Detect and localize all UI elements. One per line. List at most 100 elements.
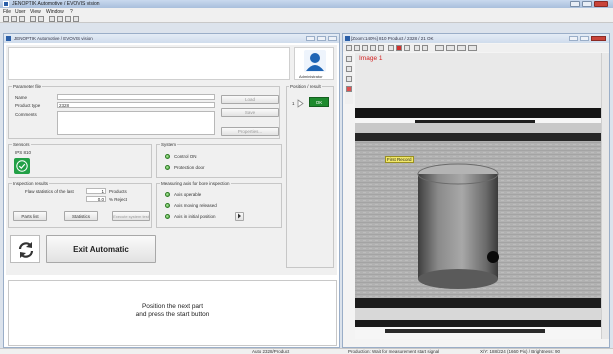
refresh-button[interactable] — [10, 235, 40, 263]
layout-4-icon[interactable] — [468, 45, 477, 51]
evovis-close-button[interactable] — [328, 36, 337, 41]
header-panel — [8, 47, 290, 80]
user-panel[interactable]: Administrator — [294, 47, 334, 80]
execute-system-test-button[interactable]: Execute system test — [112, 211, 150, 221]
control-on-led — [165, 154, 170, 159]
status-bar: Auto 2328/Product Production: Wait for m… — [0, 348, 613, 354]
overlay-icon[interactable] — [414, 45, 420, 51]
main-toolbar — [0, 15, 613, 23]
axis-operable-led — [165, 192, 170, 197]
inspection-image[interactable]: Image 1 First Record — [355, 53, 609, 339]
app-icon — [3, 1, 9, 7]
image-scrollbar[interactable] — [601, 53, 609, 339]
record-icon[interactable] — [396, 45, 402, 51]
sensor-ok-indicator — [14, 158, 30, 174]
inspection-image-svg — [355, 53, 609, 339]
paste-icon[interactable] — [38, 16, 44, 22]
measuring-axis-group: Measuring axis for bore inspection Axis … — [156, 181, 282, 228]
color-icon[interactable] — [422, 45, 428, 51]
status-auto: Auto 2328/Product — [252, 349, 290, 354]
open-icon[interactable] — [11, 16, 17, 22]
image-toolbar — [343, 44, 609, 52]
user-role-label: Administrator — [299, 74, 323, 79]
reject-field[interactable]: 0.0 — [86, 196, 106, 202]
evovis-maximize-button[interactable] — [317, 36, 326, 41]
grid-icon[interactable] — [388, 45, 394, 51]
sensor-name: IPS 810 — [15, 150, 32, 155]
protection-door-label: Protection door — [174, 165, 205, 170]
name-field[interactable] — [57, 94, 215, 100]
axis-operable-label: Axis operable — [174, 192, 202, 197]
position-value: 1 — [292, 101, 295, 106]
info-icon[interactable] — [73, 16, 79, 22]
magnifier-icon[interactable] — [362, 45, 368, 51]
product-type-value: 2328 — [59, 103, 70, 108]
save-icon[interactable] — [19, 16, 25, 22]
refresh-icon — [18, 242, 34, 258]
exit-automatic-button[interactable]: Exit Automatic — [46, 235, 156, 263]
minimize-button[interactable] — [570, 1, 580, 7]
settings-icon[interactable] — [57, 16, 63, 22]
marker-tool-icon[interactable] — [346, 76, 352, 82]
image-minimize-button[interactable] — [569, 36, 578, 41]
rect-tool-icon[interactable] — [346, 66, 352, 72]
message-line-2: and press the start button — [135, 311, 210, 318]
layout-2-icon[interactable] — [446, 45, 455, 51]
layout-1-icon[interactable] — [435, 45, 444, 51]
evovis-minimize-button[interactable] — [306, 36, 315, 41]
evovis-body: Administrator Parameter file Name Produc… — [6, 45, 337, 275]
image-window-title: [Zoom:140%] 810 Product / 2328 / 21 OK — [351, 36, 434, 41]
app-title: JENOPTIK Automotive / EVOVIS vision — [12, 1, 100, 7]
product-type-label: Product type — [15, 103, 41, 108]
save-button[interactable]: Save — [221, 108, 279, 117]
load-button[interactable]: Load — [221, 95, 279, 104]
measure-icon[interactable] — [404, 45, 410, 51]
close-button[interactable] — [594, 1, 608, 7]
evovis-window: JENOPTIK Automotive / EVOVIS vision Admi… — [3, 33, 340, 348]
statistics-button[interactable]: Statistics — [64, 211, 98, 221]
help-icon[interactable] — [65, 16, 71, 22]
protection-door-led — [165, 165, 170, 170]
axis-move-button[interactable] — [235, 212, 244, 221]
status-coords: X/Y: 188/224 (1660 Pix) / Brightness: 90 — [480, 349, 561, 354]
parts-list-button[interactable]: Parts list — [13, 211, 47, 221]
reject-unit-label: % Reject — [109, 197, 128, 202]
product-type-field[interactable]: 2328 — [57, 102, 215, 108]
flaw-unit-label: Products — [109, 189, 127, 194]
image-close-button[interactable] — [591, 36, 606, 41]
layout-3-icon[interactable] — [457, 45, 466, 51]
flaw-count-field[interactable]: 1 — [86, 188, 106, 194]
zoom-in-icon[interactable] — [346, 45, 352, 51]
new-icon[interactable] — [3, 16, 9, 22]
position-result-legend: Position / result — [289, 84, 322, 89]
comments-field[interactable] — [57, 111, 215, 135]
zoom-out-icon[interactable] — [354, 45, 360, 51]
parameter-file-legend: Parameter file — [12, 84, 43, 89]
user-icon — [304, 50, 326, 72]
message-line-1: Position the next part — [141, 303, 204, 310]
parameter-file-group: Parameter file Name Product type 2328 Co… — [8, 84, 280, 139]
inspection-results-legend: Inspection results — [12, 181, 50, 186]
maximize-button[interactable] — [582, 1, 592, 7]
select-tool-icon[interactable] — [346, 56, 352, 62]
sensors-legend: Sensors — [12, 142, 31, 147]
message-panel: Position the next part and press the sta… — [8, 280, 337, 346]
save-image-icon[interactable] — [378, 45, 384, 51]
image-window-icon — [345, 36, 350, 41]
copy-icon[interactable] — [30, 16, 36, 22]
check-icon — [16, 160, 28, 172]
properties-button[interactable]: Properties... — [221, 127, 279, 136]
name-label: Name — [15, 95, 28, 100]
image-maximize-button[interactable] — [580, 36, 589, 41]
evovis-window-icon — [6, 36, 11, 41]
image-label: Image 1 — [359, 55, 383, 62]
image-side-toolbar — [345, 54, 353, 104]
image-window: [Zoom:140%] 810 Product / 2328 / 21 OK I… — [342, 33, 610, 348]
control-on-label: Control ON — [174, 154, 197, 159]
stop-tool-icon[interactable] — [346, 86, 352, 92]
pan-icon[interactable] — [370, 45, 376, 51]
result-ok-badge: OK — [309, 97, 329, 107]
axis-initial-led — [165, 214, 170, 219]
print-icon[interactable] — [49, 16, 55, 22]
comments-label: Comments — [15, 112, 37, 117]
